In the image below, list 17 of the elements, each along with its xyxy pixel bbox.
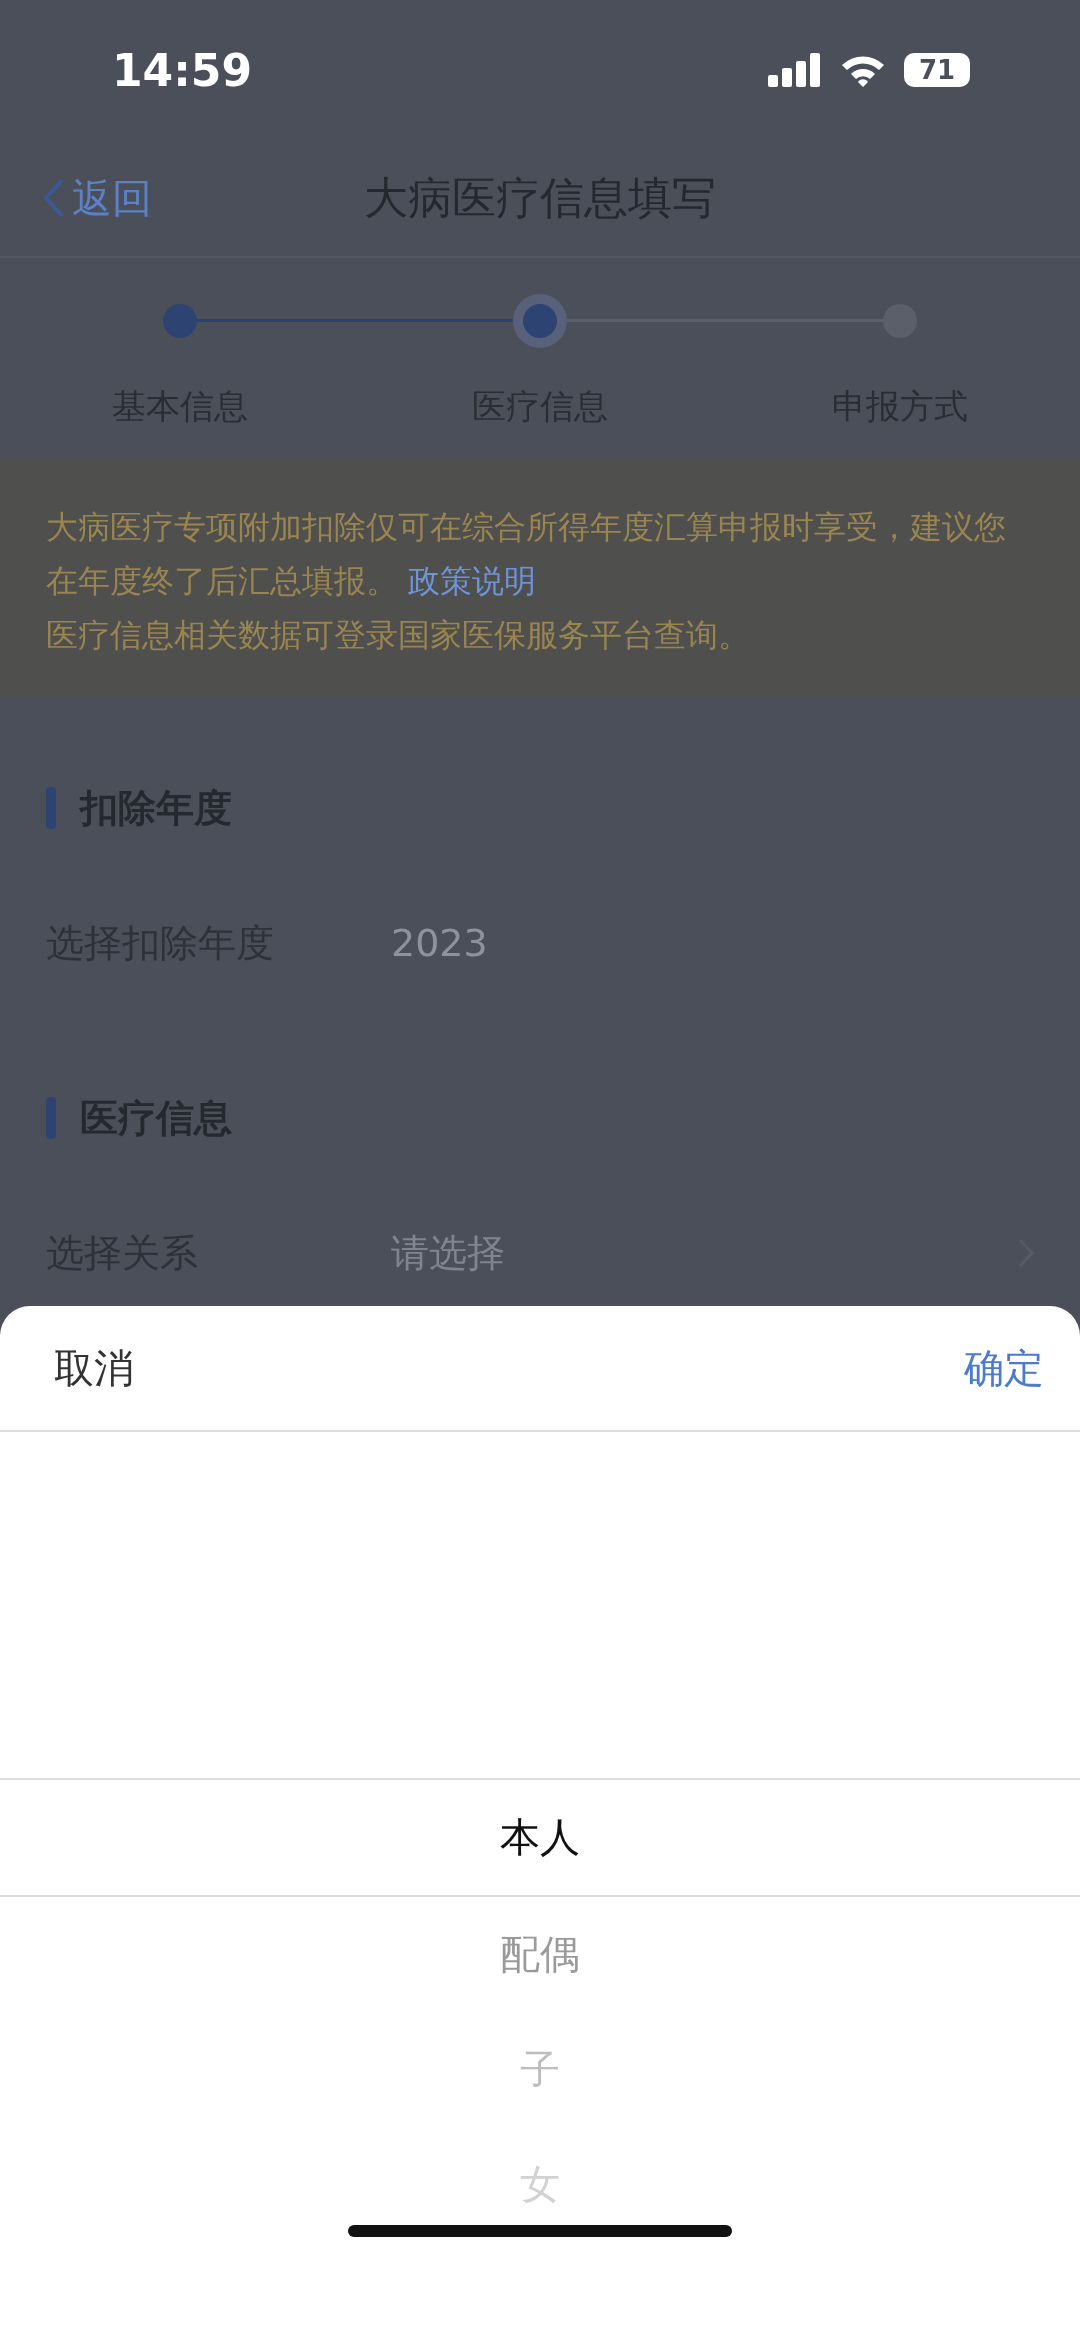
notice-text: 医疗信息相关数据可登录国家医保服务平台查询。 xyxy=(46,615,751,656)
picker-option[interactable]: 本人 xyxy=(0,1778,1080,1897)
section-marker xyxy=(46,1097,56,1139)
picker-option[interactable]: 子 xyxy=(0,2012,1080,2127)
wifi-icon xyxy=(840,53,886,87)
battery-icon: 71 xyxy=(904,53,970,87)
notice-text: 大病医疗专项附加扣除仅可在综合所得年度汇算申报时享受，建议您在年度终了后汇总填报。 政策说明 xyxy=(46,507,1007,602)
policy-link[interactable]: 政策说明 xyxy=(408,562,537,600)
row-value[interactable]: 2023 xyxy=(391,921,1034,965)
chevron-left-icon xyxy=(42,177,66,219)
section-marker xyxy=(46,787,56,829)
cancel-button[interactable]: 取消 xyxy=(44,1330,144,1406)
confirm-button[interactable]: 确定 xyxy=(954,1330,1054,1406)
picker-option[interactable]: 配偶 xyxy=(0,1897,1080,2012)
back-button[interactable]: 返回 xyxy=(0,170,152,226)
status-time: 14:59 xyxy=(112,44,253,96)
signal-icon xyxy=(768,53,822,87)
